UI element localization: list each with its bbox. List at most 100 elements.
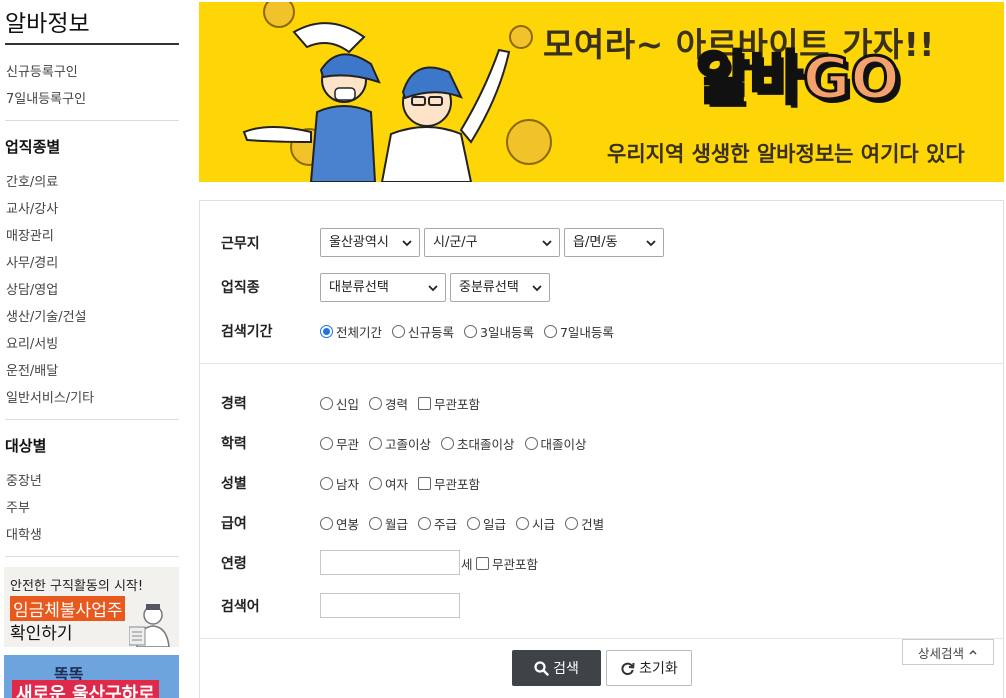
- sidebar-divider: [5, 120, 179, 121]
- chevron-down-icon: [402, 240, 412, 247]
- logo-alba-text: 알바: [695, 44, 805, 112]
- radio[interactable]: [369, 397, 383, 410]
- city-select-value: 울산광역시: [329, 235, 389, 250]
- sidebar-item-production[interactable]: 생산/기술/건설: [6, 306, 87, 325]
- pay-option-label: 건별: [581, 517, 605, 532]
- checkbox[interactable]: [418, 477, 432, 490]
- albago-hero-banner[interactable]: 모여라~ 아르바이트 가자!! 알바GO 우리지역 생생한 알바정보는 여기다 …: [199, 2, 1004, 182]
- chevron-up-icon: [969, 650, 977, 655]
- sidebar-item-service[interactable]: 일반서비스/기타: [6, 387, 94, 406]
- radio[interactable]: [524, 437, 538, 450]
- detail-search-toggle-button[interactable]: 상세검색: [902, 639, 994, 665]
- pay-option-label: 월급: [385, 517, 409, 532]
- major-category-select[interactable]: 대분류선택: [320, 273, 446, 302]
- radio[interactable]: [565, 517, 579, 530]
- period-option-7day[interactable]: 7일내등록: [543, 322, 614, 341]
- sidebar-item-store[interactable]: 매장관리: [6, 225, 54, 244]
- pay-option-per-task[interactable]: 건별: [565, 514, 604, 533]
- pay-option-monthly[interactable]: 월급: [369, 514, 408, 533]
- radio[interactable]: [369, 477, 383, 490]
- form-section-divider: [200, 363, 1003, 364]
- pay-option-label: 시급: [532, 517, 556, 532]
- career-label: 경력: [221, 396, 247, 412]
- radio[interactable]: [320, 397, 333, 410]
- checkbox-label: 무관포함: [434, 397, 481, 412]
- wage-arrears-promo-banner[interactable]: 안전한 구직활동의 시작! 임금체불사업주 확인하기: [4, 567, 179, 647]
- gender-option-male[interactable]: 남자: [320, 474, 359, 493]
- gender-any-checkbox[interactable]: 무관포함: [418, 474, 480, 493]
- radio[interactable]: [441, 437, 455, 450]
- education-option-college[interactable]: 초대졸이상: [441, 434, 515, 453]
- education-option-any[interactable]: 무관: [320, 434, 359, 453]
- education-option-highschool[interactable]: 고졸이상: [369, 434, 431, 453]
- promo-line-1: 안전한 구직활동의 시작!: [10, 579, 144, 594]
- chevron-down-icon: [428, 285, 438, 292]
- period-option-all[interactable]: 전체기간: [320, 322, 382, 341]
- education-option-label: 대졸이상: [540, 437, 587, 452]
- sidebar-item-delivery[interactable]: 운전/배달: [6, 360, 58, 379]
- minor-category-value: 중분류선택: [459, 280, 519, 295]
- radio[interactable]: [320, 437, 333, 450]
- pay-option-hourly[interactable]: 시급: [516, 514, 555, 533]
- period-option-3day[interactable]: 3일내등록: [464, 322, 534, 341]
- sidebar-item-sales[interactable]: 상담/영업: [6, 279, 58, 298]
- sidebar-link-new-jobs[interactable]: 신규등록구인: [6, 61, 78, 80]
- sidebar-item-nursing[interactable]: 간호/의료: [6, 171, 58, 190]
- radio-selected[interactable]: [320, 325, 333, 338]
- reset-button[interactable]: 초기화: [606, 650, 692, 686]
- workplace-label: 근무지: [221, 236, 260, 252]
- sidebar-item-teacher[interactable]: 교사/강사: [6, 198, 58, 217]
- radio[interactable]: [369, 437, 383, 450]
- district-select[interactable]: 시/군/구: [424, 228, 560, 257]
- radio[interactable]: [320, 517, 333, 530]
- career-option-experienced[interactable]: 경력: [369, 394, 408, 413]
- education-option-university[interactable]: 대졸이상: [524, 434, 587, 453]
- radio[interactable]: [516, 517, 530, 530]
- pay-option-daily[interactable]: 일급: [467, 514, 506, 533]
- town-select[interactable]: 읍/면/동: [564, 228, 664, 257]
- radio[interactable]: [464, 325, 478, 338]
- sidebar-divider: [5, 419, 179, 420]
- sidebar-item-student[interactable]: 대학생: [6, 524, 42, 543]
- age-any-checkbox[interactable]: 무관포함: [476, 554, 538, 573]
- career-any-checkbox[interactable]: 무관포함: [418, 394, 480, 413]
- radio[interactable]: [369, 517, 383, 530]
- age-unit: 세: [461, 557, 473, 572]
- checkbox[interactable]: [476, 557, 489, 570]
- sidebar-item-cooking[interactable]: 요리/서빙: [6, 333, 58, 352]
- radio[interactable]: [543, 325, 557, 338]
- pay-option-weekly[interactable]: 주급: [418, 514, 457, 533]
- job-type-label: 업직종: [221, 280, 260, 296]
- radio[interactable]: [418, 517, 432, 530]
- pay-option-annual[interactable]: 연봉: [320, 514, 359, 533]
- pay-radio-group: 연봉 월급 주급 일급 시급 건별: [320, 514, 614, 533]
- radio[interactable]: [320, 477, 333, 490]
- sidebar-item-middle-aged[interactable]: 중장년: [6, 470, 42, 489]
- city-select[interactable]: 울산광역시: [320, 228, 420, 257]
- checkbox[interactable]: [418, 397, 432, 410]
- ulsan-job-promo-banner[interactable]: 똑똑 새로운 울산구하로: [4, 655, 179, 698]
- gender-option-female[interactable]: 여자: [369, 474, 408, 493]
- radio[interactable]: [467, 517, 481, 530]
- period-option-new[interactable]: 신규등록: [392, 322, 454, 341]
- checkbox-label: 무관포함: [492, 557, 539, 572]
- job-search-form: 근무지 울산광역시 시/군/구 읍/면/동 업직종 대분류선택 중분류선택 검색…: [199, 200, 1004, 698]
- career-option-new[interactable]: 신입: [320, 394, 359, 413]
- period-radio-group: 전체기간 신규등록 3일내등록 7일내등록: [320, 322, 624, 341]
- albago-logo: 알바GO: [695, 48, 902, 109]
- period-option-label: 신규등록: [408, 325, 455, 340]
- sidebar-item-housewife[interactable]: 주부: [6, 497, 30, 516]
- age-input[interactable]: [320, 550, 460, 575]
- search-button[interactable]: 검색: [512, 650, 601, 686]
- period-option-label: 전체기간: [336, 325, 383, 340]
- sidebar-title: 알바정보: [5, 11, 90, 37]
- detail-search-label: 상세검색: [917, 645, 964, 661]
- pay-option-label: 주급: [434, 517, 458, 532]
- sidebar-item-office[interactable]: 사무/경리: [6, 252, 58, 271]
- minor-category-select[interactable]: 중분류선택: [450, 273, 550, 302]
- keyword-input[interactable]: [320, 593, 460, 618]
- promo2-line-2: 새로운 울산구하로: [12, 680, 159, 698]
- sidebar-link-7day-jobs[interactable]: 7일내등록구인: [6, 88, 86, 107]
- period-label: 검색기간: [221, 324, 273, 340]
- radio[interactable]: [392, 325, 406, 338]
